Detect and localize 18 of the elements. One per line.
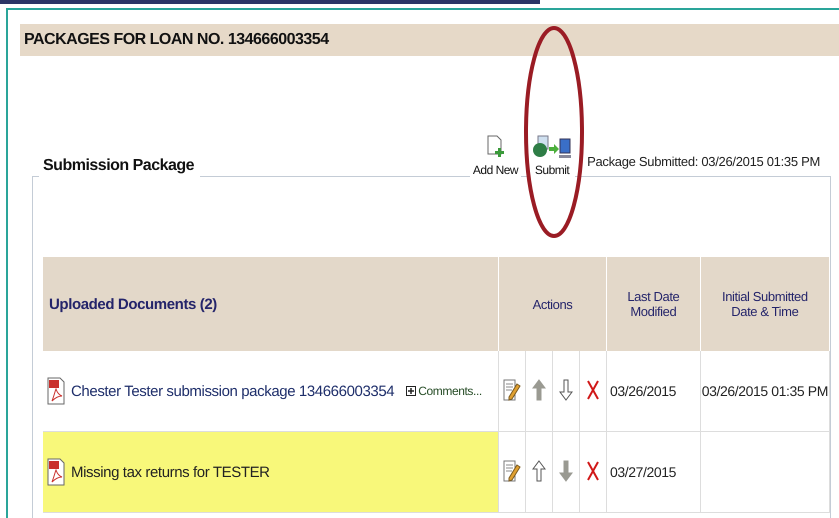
send-to-computer-icon bbox=[532, 135, 572, 161]
column-header: Last Date Modified bbox=[606, 257, 700, 351]
table-cell: 03/26/2015 01:35 PM bbox=[700, 351, 830, 432]
section-legend: Submission Package bbox=[39, 157, 200, 179]
page-title: PACKAGES FOR LOAN NO. 134666003354 bbox=[20, 24, 839, 56]
comments-link[interactable]: Comments... bbox=[406, 384, 482, 398]
column-header: Actions bbox=[498, 257, 606, 351]
column-header: Uploaded Documents (2) bbox=[43, 257, 498, 351]
column-header: Initial Submitted Date & Time bbox=[700, 257, 830, 351]
document-link[interactable]: Chester Tester submission package 134666003354 bbox=[71, 382, 394, 400]
pdf-file-icon bbox=[47, 377, 65, 405]
pdf-file-icon bbox=[47, 458, 65, 486]
table-cell: 03/26/2015 bbox=[606, 351, 700, 432]
document-link[interactable]: Missing tax returns for TESTER bbox=[71, 464, 270, 480]
submit-button[interactable]: Submit bbox=[529, 135, 576, 177]
expand-icon bbox=[406, 386, 416, 396]
add-new-button[interactable]: Add New bbox=[470, 135, 522, 177]
table-cell: 03/27/2015 bbox=[606, 432, 700, 512]
